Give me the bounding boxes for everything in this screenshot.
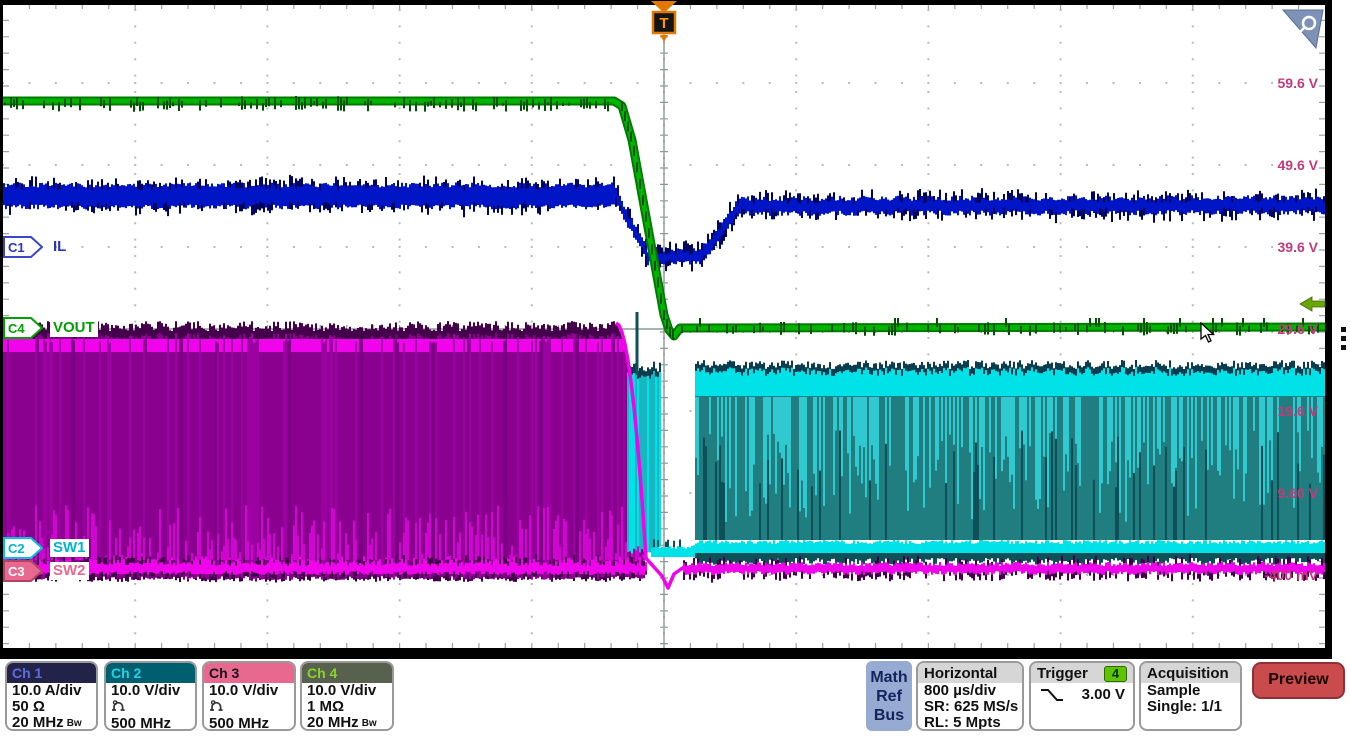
channel-bandwidth: 20 MHzBw [302, 715, 392, 731]
channel-scale: 10.0 V/div [106, 683, 195, 699]
zoom-corner-button[interactable] [1282, 8, 1324, 50]
trigger-source-badge: 4 [1104, 666, 1127, 682]
trigger-position-marker[interactable]: T [647, 0, 681, 44]
falling-edge-icon [1039, 687, 1065, 703]
channel-tag-c3[interactable]: C3 SW2 [3, 560, 89, 582]
channel-tag-c4[interactable]: C4 VOUT [3, 317, 98, 339]
waveform-display[interactable]: T 59.6 V 49.6 V 39.6 V 29.6 V 19.6 V 9.6… [0, 0, 1350, 660]
record-length: RL: 5 Mpts [918, 715, 1022, 731]
scale-label: 59.6 V [1214, 75, 1318, 91]
sample-rate: SR: 625 MS/s [918, 699, 1022, 715]
acquisition-badge[interactable]: Acquisition Sample Single: 1/1 [1139, 661, 1242, 731]
scale-label: -400 mV [1214, 567, 1318, 583]
channel-tag-label: VOUT [50, 319, 98, 337]
trigger-arrow-small-icon [660, 35, 668, 42]
channel-probe-row [204, 699, 294, 716]
channel-probe-row [106, 699, 195, 716]
scale-label: 49.6 V [1214, 157, 1318, 173]
channel-badge-ch3[interactable]: Ch 3 10.0 V/div 500 MHz [202, 661, 296, 731]
trigger-symbol: T [659, 15, 668, 32]
mouse-cursor-icon [1200, 322, 1216, 344]
channel-tag-c1[interactable]: C1 IL [3, 236, 69, 258]
probe-coupling-icon [111, 699, 126, 712]
channel-scale: 10.0 A/div [7, 683, 96, 699]
channel-bandwidth: 20 MHzBw [7, 715, 96, 731]
scale-label: 9.60 V [1214, 485, 1318, 501]
graticule-frame-right [1325, 0, 1332, 659]
channel-badge-title[interactable]: Ch 2 [106, 663, 195, 683]
math-ref-bus-button[interactable]: Math Ref Bus [866, 661, 912, 731]
acquisition-mode: Sample [1141, 683, 1240, 699]
channel-badge-title[interactable]: Ch 1 [7, 663, 96, 683]
trigger-badge[interactable]: Trigger 4 3.00 V [1029, 661, 1135, 731]
oscilloscope-screen: T 59.6 V 49.6 V 39.6 V 29.6 V 19.6 V 9.6… [0, 0, 1350, 737]
acquisition-count: Single: 1/1 [1141, 699, 1240, 715]
bandwidth-limit-indicator: Bw [67, 718, 82, 729]
channel-termination: 50 Ω [7, 699, 96, 715]
channel-bandwidth: 500 MHz [106, 716, 195, 731]
svg-text:C3: C3 [8, 564, 25, 579]
horizontal-title: Horizontal [924, 665, 997, 683]
channel-badge-ch2[interactable]: Ch 2 10.0 V/div 500 MHz [104, 661, 197, 731]
readout-bar: Ch 1 10.0 A/div 50 Ω 20 MHzBw Ch 2 10.0 … [0, 660, 1350, 737]
scale-label: 19.6 V [1214, 403, 1318, 419]
svg-text:C4: C4 [8, 321, 25, 336]
scale-label: 29.6 V [1214, 321, 1318, 337]
channel-tag-label: SW1 [50, 539, 89, 557]
channel-badge-title[interactable]: Ch 4 [302, 663, 392, 683]
waveform-canvas [0, 0, 1350, 660]
horizontal-badge[interactable]: Horizontal 800 µs/div SR: 625 MS/s RL: 5… [916, 661, 1024, 731]
channel-tag-label: IL [50, 238, 69, 256]
horizontal-scale: 800 µs/div [918, 683, 1022, 699]
probe-coupling-icon [209, 699, 224, 712]
channel-bandwidth: 500 MHz [204, 716, 294, 731]
preview-button[interactable]: Preview [1252, 662, 1345, 699]
channel-scale: 10.0 V/div [204, 683, 294, 699]
more-options-menu-icon[interactable] [1341, 327, 1346, 354]
trigger-level: 3.00 V [1082, 686, 1125, 703]
scale-label: 39.6 V [1214, 239, 1318, 255]
trigger-title: Trigger [1037, 665, 1088, 683]
channel-tag-c2[interactable]: C2 SW1 [3, 537, 89, 559]
channel-scale: 10.0 V/div [302, 683, 392, 699]
channel-termination: 1 MΩ [302, 699, 392, 715]
channel-tag-label: SW2 [50, 562, 89, 580]
graticule-frame-bottom [0, 648, 1332, 659]
channel-badge-title[interactable]: Ch 3 [204, 663, 294, 683]
channel-badge-ch1[interactable]: Ch 1 10.0 A/div 50 Ω 20 MHzBw [5, 661, 98, 731]
bandwidth-limit-indicator: Bw [362, 718, 377, 729]
channel4-position-arrow-icon[interactable] [1299, 295, 1326, 313]
acquisition-title: Acquisition [1147, 665, 1229, 683]
svg-text:C1: C1 [8, 240, 25, 255]
svg-text:C2: C2 [8, 541, 25, 556]
channel-badge-ch4[interactable]: Ch 4 10.0 V/div 1 MΩ 20 MHzBw [300, 661, 394, 731]
